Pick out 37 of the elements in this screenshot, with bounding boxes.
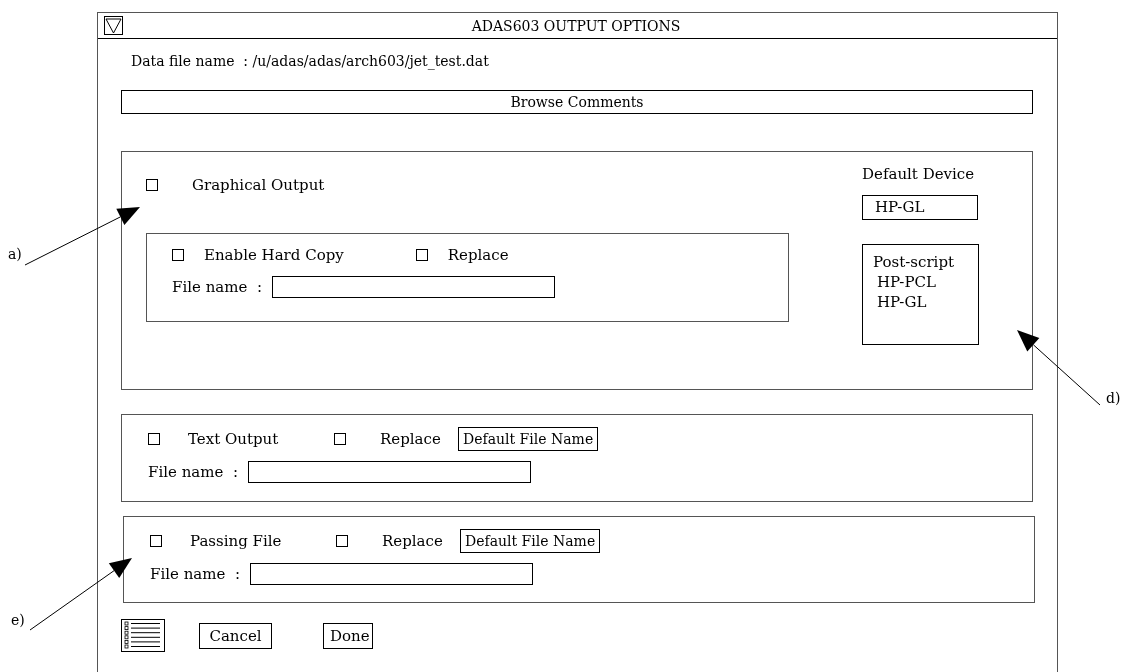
checkbox[interactable] [172,249,184,261]
field-label: File name : [150,565,240,583]
checkbox-label: Replace [382,532,444,550]
checkbox[interactable] [334,433,346,445]
data-file-text: Data file name : /u/adas/adas/arch603/jet_test.dat [131,53,490,69]
checkbox-label: Passing File [190,532,283,550]
file-name-field[interactable] [271,276,555,298]
window-title: ADAS603 OUTPUT OPTIONS [470,17,682,34]
checkbox-label: Replace [380,430,442,448]
checkbox[interactable] [150,535,162,547]
default-device-label: Default Device [862,165,976,183]
annotation-label: e) [11,612,25,628]
field-label: File name : [172,278,262,296]
annotation-label: d) [1106,390,1121,406]
device-list-item[interactable]: Post-script [873,253,978,271]
default-file-name-button[interactable]: Default File Name [458,427,599,451]
checkbox[interactable] [336,535,348,547]
cancel-button[interactable]: Cancel [199,622,272,649]
field-label: File name : [148,463,238,481]
checkbox[interactable] [146,179,158,191]
checkbox[interactable] [148,433,160,445]
window-menu-icon[interactable] [104,16,123,35]
browse-comments-button[interactable]: Browse Comments [121,90,1033,114]
checkbox-label: Enable Hard Copy [204,246,344,264]
file-name-field[interactable] [247,461,531,483]
default-device-field[interactable]: HP-GL [862,195,978,220]
checkbox-label: Graphical Output [192,176,325,194]
done-button[interactable]: Done [323,622,373,649]
checkbox-label: Text Output [188,430,280,448]
file-name-field[interactable] [249,563,533,585]
device-list-item[interactable]: HP-GL [873,293,978,311]
checkbox-label: Replace [447,246,509,264]
default-file-name-button[interactable]: Default File Name [460,529,601,553]
annotation-label: a) [8,246,22,262]
device-list-item[interactable]: HP-PCL [873,273,978,291]
checkbox[interactable] [415,249,428,261]
list-icon[interactable] [121,619,165,652]
